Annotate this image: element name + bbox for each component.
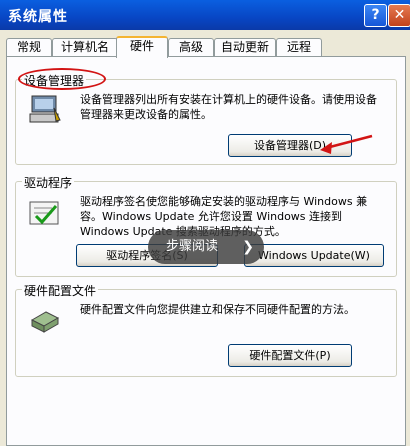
tab-general[interactable]: 常规	[6, 38, 52, 56]
window-title: 系统属性	[8, 9, 68, 25]
driver-signing-icon	[29, 201, 59, 225]
windows-update-button[interactable]: Windows Update(W)	[244, 244, 384, 267]
help-button[interactable]: ?	[364, 4, 387, 27]
device-manager-icon	[29, 95, 61, 123]
hardware-profiles-description: 硬件配置文件向您提供建立和保存不同硬件配置的方法。	[80, 303, 355, 316]
tab-advanced[interactable]: 高级	[168, 38, 214, 56]
step-reading-label: 步骤阅读	[166, 239, 219, 254]
tab-automatic-updates[interactable]: 自动更新	[214, 38, 276, 56]
drivers-group-title: 驱动程序	[22, 174, 75, 191]
close-button[interactable]: ✕	[388, 4, 410, 27]
annotation-arrow-icon	[320, 134, 373, 154]
annotation-ellipse	[18, 68, 106, 90]
hardware-profiles-button[interactable]: 硬件配置文件(P)	[228, 344, 352, 367]
hardware-profiles-icon	[30, 311, 60, 333]
device-manager-description: 设备管理器列出所有安装在计算机上的硬件设备。请使用设备管理器来更改设备的属性。	[80, 93, 377, 121]
title-bar: 系统属性 ? ✕	[0, 0, 410, 30]
tab-hardware[interactable]: 硬件	[116, 36, 168, 58]
step-reading-overlay[interactable]: 步骤阅读 ❯	[148, 230, 264, 264]
tab-remote[interactable]: 远程	[276, 38, 322, 56]
hardware-profiles-group-title: 硬件配置文件	[22, 282, 99, 299]
tab-computer-name[interactable]: 计算机名	[52, 38, 118, 56]
hardware-profiles-group: 硬件配置文件 硬件配置文件向您提供建立和保存不同硬件配置的方法。 硬件配置文件(…	[15, 282, 397, 377]
chevron-right-icon: ❯	[242, 239, 254, 255]
